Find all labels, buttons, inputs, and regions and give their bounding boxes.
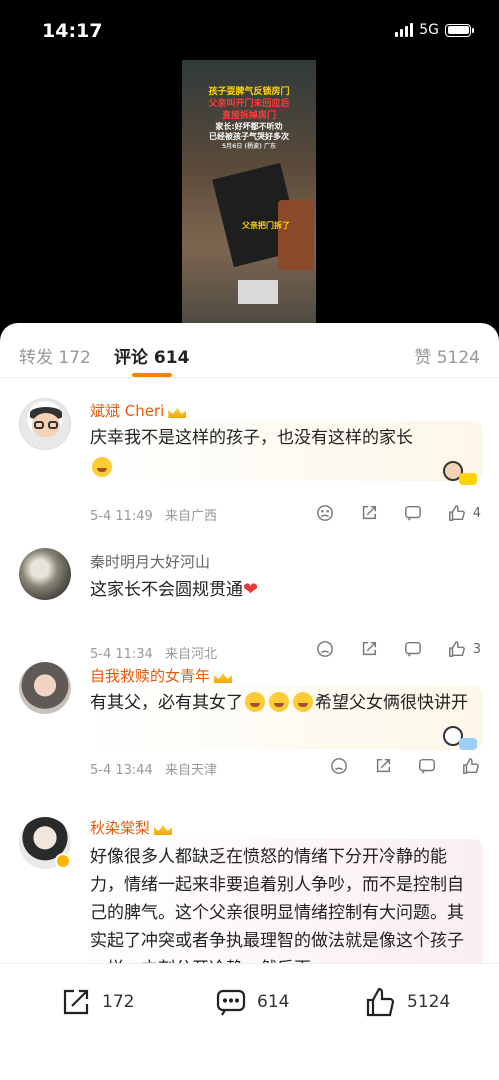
status-bar: 14:17 5G (0, 0, 499, 60)
comment-actions: 4 (315, 503, 481, 523)
comment-meta: 5-4 11:34 来自河北 (90, 643, 217, 662)
comment-meta: 5-4 11:49 来自广西 (90, 505, 217, 524)
tab-like[interactable]: 赞 5124 (414, 343, 480, 368)
avatar[interactable] (19, 662, 71, 714)
tab-active-indicator (132, 373, 172, 377)
username-text: 自我救赎的女青年 (90, 667, 211, 685)
reply-icon[interactable] (403, 503, 423, 523)
video-caption-line: 5月6日 (杨波) 广东 (221, 143, 276, 150)
comment-text: 有其父，必有其女了 希望父女俩很快讲开 (90, 688, 477, 718)
comment-text-content: 这家长不会圆规贯通 (90, 580, 243, 600)
dislike-icon[interactable] (329, 756, 349, 776)
video-player[interactable]: 孩子耍脾气反锁房门 父亲叫开门未回应后 直接拆掉房门 家长:好坏都不听劝 已经被… (182, 60, 316, 325)
username-text: 秋染棠梨 (90, 819, 151, 837)
heart-icon: ❤ (243, 579, 259, 600)
comment-username[interactable]: 秦时明月大好河山 (90, 551, 210, 572)
comment-username[interactable]: 斌斌 Cheri (90, 400, 186, 421)
comment-text: 这家长不会圆规贯通❤ (90, 575, 477, 605)
comment-time: 5-4 11:34 (90, 647, 153, 662)
comment-time: 5-4 11:49 (90, 509, 153, 524)
comment-text-content: 庆幸我不是这样的孩子，也没有这样的家长 (90, 428, 413, 448)
tab-bar: 转发 172 评论 614 赞 5124 (0, 323, 499, 378)
thumbs-up-icon (461, 756, 481, 776)
comment-button[interactable]: 614 (215, 986, 499, 1018)
video-in-label: 父亲把门拆了 (242, 221, 290, 230)
laugh-cry-emoji-icon (293, 692, 313, 712)
comment-time: 5-4 13:44 (90, 763, 153, 778)
comment-like[interactable] (461, 756, 481, 776)
video-caption-line: 孩子耍脾气反锁房门 (208, 87, 290, 97)
comment-count: 614 (257, 992, 290, 1012)
avatar[interactable] (19, 548, 71, 600)
video-caption-line: 父亲叫开门未回应后 (208, 99, 290, 109)
share-icon[interactable] (373, 756, 393, 776)
video-caption-line: 家长:好坏都不听劝 (215, 122, 283, 131)
comment-location: 来自河北 (164, 647, 217, 662)
comment-text-content: 有其父，必有其女了 (90, 693, 243, 713)
comment-text: 庆幸我不是这样的孩子，也没有这样的家长 (90, 423, 477, 483)
crown-icon (214, 669, 232, 683)
comment-username[interactable]: 秋染棠梨 (90, 817, 172, 838)
comment-like-count: 3 (472, 641, 481, 657)
like-button[interactable]: 5124 (365, 986, 450, 1018)
comment-text-content: 希望父女俩很快讲开 (315, 693, 468, 713)
laugh-cry-emoji-icon (269, 692, 289, 712)
signal-icon (395, 23, 414, 37)
sticker-icon (421, 459, 477, 489)
video-caption-line: 直接拆掉房门 (221, 111, 276, 121)
comment-like[interactable]: 4 (447, 503, 481, 523)
status-time: 14:17 (42, 20, 103, 42)
teary-smile-emoji-icon (92, 457, 112, 477)
repost-count: 172 (102, 992, 135, 1012)
comment-text: 好像很多人都缺乏在愤怒的情绪下分开冷静的能力，情绪一起来非要追着别人争吵，而不是… (90, 847, 464, 979)
crown-icon (168, 404, 186, 418)
reply-icon[interactable] (417, 756, 437, 776)
like-count: 5124 (407, 992, 451, 1012)
video-box-shape (238, 280, 278, 304)
comment-meta: 5-4 13:44 来自天津 (90, 759, 217, 778)
dislike-icon[interactable] (315, 639, 335, 659)
verified-badge-icon (55, 853, 71, 869)
comment-actions: 3 (315, 639, 481, 659)
bottom-action-bar: 172 614 5124 (0, 963, 499, 1080)
comment-like[interactable]: 3 (447, 639, 481, 659)
dislike-icon[interactable] (315, 503, 335, 523)
laugh-cry-emoji-icon (245, 692, 265, 712)
status-indicators: 5G (395, 22, 474, 38)
battery-icon (445, 23, 474, 37)
comment-location: 来自广西 (164, 509, 217, 524)
comment-location: 来自天津 (164, 763, 217, 778)
reply-icon[interactable] (403, 639, 423, 659)
video-caption-line: 已经被孩子气哭好多次 (209, 132, 289, 141)
repost-button[interactable]: 172 (60, 986, 134, 1018)
comment-like-count: 4 (472, 505, 481, 521)
video-chair-shape (278, 200, 314, 270)
tab-repost[interactable]: 转发 172 (19, 343, 91, 368)
username-text: 斌斌 Cheri (90, 402, 165, 420)
network-type: 5G (419, 22, 439, 38)
video-caption: 孩子耍脾气反锁房门 父亲叫开门未回应后 直接拆掉房门 家长:好坏都不听劝 已经被… (182, 86, 316, 151)
comment-actions (329, 756, 481, 776)
thumbs-up-icon (447, 639, 467, 659)
avatar[interactable] (19, 398, 71, 450)
share-icon[interactable] (359, 503, 379, 523)
comment-icon (216, 989, 246, 1016)
crown-icon (154, 821, 172, 835)
thumbs-up-icon (447, 503, 467, 523)
sticker-icon (421, 724, 477, 754)
share-icon[interactable] (359, 639, 379, 659)
comment-username[interactable]: 自我救赎的女青年 (90, 665, 232, 686)
repost-icon (63, 989, 89, 1015)
thumbs-up-icon (366, 987, 395, 1017)
